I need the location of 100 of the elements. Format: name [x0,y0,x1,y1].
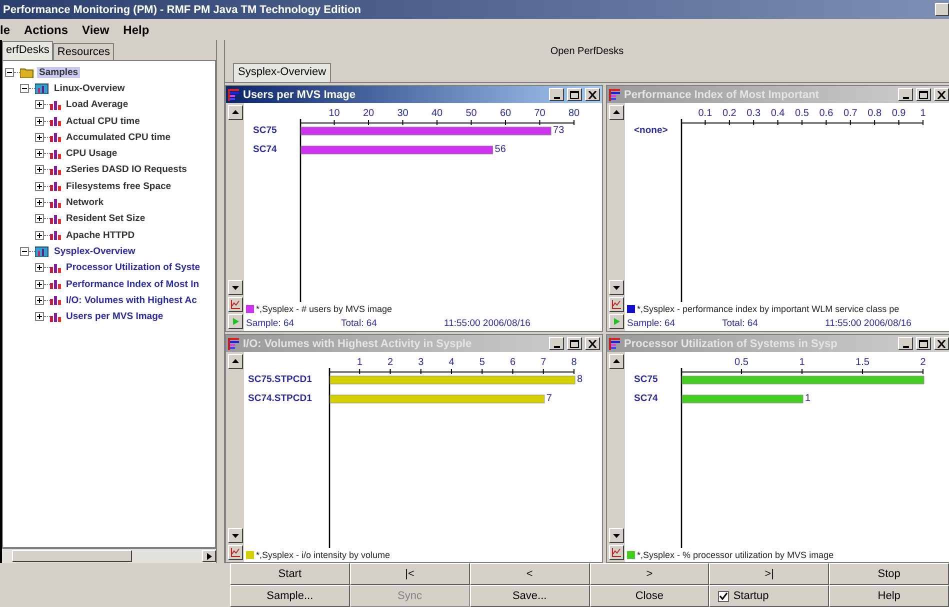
timestamp: 11:55:00 2006/08/16 [825,318,912,329]
scroll-down-button[interactable] [608,280,624,295]
data-label: 8 [577,374,583,385]
menu-item[interactable]: Actions [24,22,68,36]
checkbox-label[interactable]: Startup [733,590,769,602]
tree-item[interactable]: Processor Utilization of Syste [64,262,202,274]
axis-tick-label: 2 [920,357,926,368]
expand-toggle[interactable] [35,100,44,110]
chart-button[interactable] [228,545,242,560]
tab[interactable]: Sysplex-Overview [233,63,332,82]
tree-item[interactable]: Users per MVS Image [64,311,166,322]
tree-item[interactable]: Samples [37,66,80,78]
play-icon [612,317,620,326]
button[interactable]: > [590,563,710,585]
button[interactable]: >| [709,563,830,585]
menu-item[interactable]: Help [123,22,150,36]
close-icon [588,340,597,348]
play-button[interactable] [228,314,242,329]
button[interactable]: < [470,563,590,585]
chart-button[interactable] [608,297,624,312]
button[interactable]: |< [350,563,470,585]
maximize-button[interactable] [916,88,931,101]
close-button[interactable] [585,337,600,350]
chart-button[interactable] [228,297,242,312]
data-label: 1 [805,393,811,404]
button[interactable]: Close [590,585,710,607]
window-icon [609,88,621,100]
tree-item[interactable]: Sysplex-Overview [52,246,138,257]
expand-toggle[interactable] [35,214,44,224]
minimize-button[interactable] [935,3,949,16]
scroll-up-button[interactable] [608,105,624,120]
expand-toggle[interactable] [35,312,44,322]
tab[interactable]: Resources [53,43,114,60]
tree-item[interactable]: I/O: Volumes with Highest Ac [64,294,199,306]
expand-toggle[interactable] [35,116,44,126]
menu-item[interactable]: View [82,22,110,36]
tree-item[interactable]: Load Average [64,99,130,110]
collapse-toggle[interactable] [20,84,29,93]
scroll-up-button[interactable] [608,354,624,369]
minimize-button[interactable] [549,337,564,350]
window-icon [228,338,240,350]
total-count: Total: 64 [341,318,378,329]
expand-toggle[interactable] [35,165,44,174]
menu-item[interactable]: le [0,22,10,36]
expand-toggle[interactable] [35,296,44,305]
tree-item[interactable]: zSeries DASD IO Requests [64,164,189,176]
tree-item[interactable]: Actual CPU time [64,116,142,127]
maximize-button[interactable] [567,88,582,101]
button[interactable]: Stop [829,563,949,585]
axis-tick-label: 10 [328,108,340,119]
expand-toggle[interactable] [35,198,44,208]
axis-tick-label: 1.5 [856,357,870,368]
close-button[interactable] [585,88,600,101]
horizontal-scrollbar[interactable] [2,548,216,563]
expand-toggle[interactable] [35,280,44,288]
tree-item[interactable]: Accumulated CPU time [64,132,173,143]
chart-button[interactable] [608,545,624,560]
bar-chart-icon [50,312,61,322]
tab[interactable]: erfDesks [2,41,54,60]
expand-toggle[interactable] [35,182,44,191]
close-button[interactable] [934,337,949,350]
axis-tick-label: 0.3 [746,108,761,119]
scroll-down-button[interactable] [228,528,242,543]
tree-item[interactable]: CPU Usage [64,148,120,160]
scroll-down-button[interactable] [228,280,242,295]
tree-item[interactable]: Apache HTTPD [64,230,137,241]
maximize-button[interactable] [567,337,582,350]
bar-chart-icon [50,279,61,289]
tree-item[interactable]: Network [64,197,106,208]
triangle-up-icon [230,357,240,366]
scroll-up-button[interactable] [228,105,242,120]
data-label: 73 [553,125,564,136]
maximize-button[interactable] [916,337,931,350]
button[interactable]: Help [829,585,949,607]
tree-item[interactable]: Linux-Overview [52,82,127,94]
scroll-down-button[interactable] [608,528,624,543]
axis-tick-label: 5 [479,357,485,368]
minimize-button[interactable] [549,88,564,101]
button[interactable]: Start [230,563,350,585]
play-button[interactable] [608,314,624,329]
triangle-down-icon [230,531,240,540]
expand-toggle[interactable] [35,230,44,240]
checkbox[interactable] [718,590,730,602]
legend-text: *,Sysplex - % processor utilization by MVS image [637,550,834,560]
tree-item[interactable]: Resident Set Size [64,213,148,224]
collapse-toggle[interactable] [5,68,14,77]
close-button[interactable] [934,88,949,101]
category-label: SC75 [253,125,277,136]
button[interactable]: Save... [470,585,590,607]
button[interactable]: Sample... [230,585,350,607]
expand-toggle[interactable] [35,149,44,158]
collapse-toggle[interactable] [20,246,29,256]
minimize-button[interactable] [898,88,913,101]
tree-item[interactable]: Filesystems free Space [64,180,174,192]
expand-toggle[interactable] [35,263,44,272]
scroll-up-button[interactable] [228,354,242,369]
expand-toggle[interactable] [35,132,44,142]
minimize-button[interactable] [898,337,913,350]
bar-chart-icon [50,295,61,306]
tree-item[interactable]: Performance Index of Most In [64,278,202,290]
